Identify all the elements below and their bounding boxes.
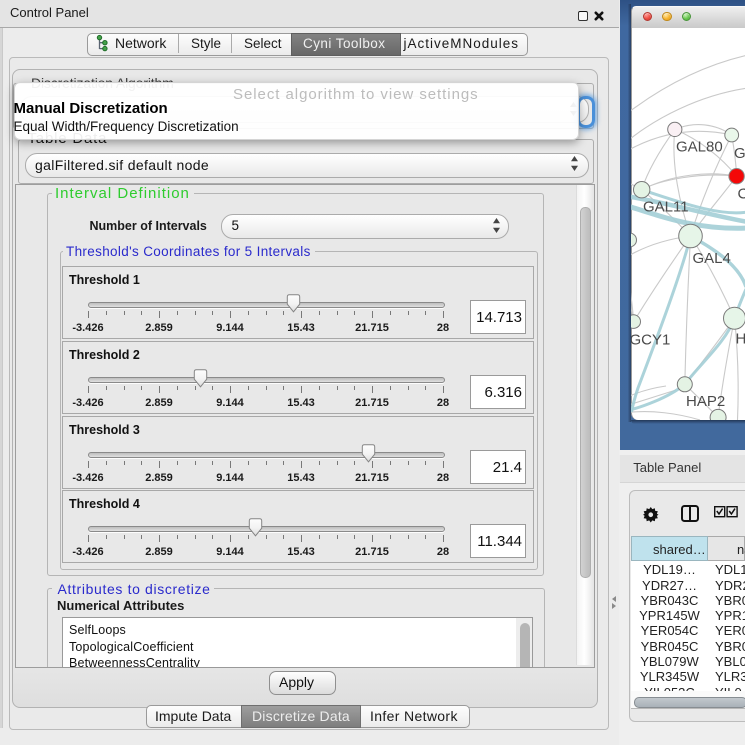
svg-text:C: C xyxy=(738,186,745,203)
svg-text:HAP2: HAP2 xyxy=(686,393,725,410)
svg-text:GCY1: GCY1 xyxy=(631,331,670,348)
svg-text:GAL11: GAL11 xyxy=(643,198,689,215)
svg-text:GAL80: GAL80 xyxy=(676,138,723,155)
svg-text:GAL4: GAL4 xyxy=(693,250,731,267)
svg-text:GA: GA xyxy=(734,145,745,162)
svg-text:H: H xyxy=(736,331,745,348)
